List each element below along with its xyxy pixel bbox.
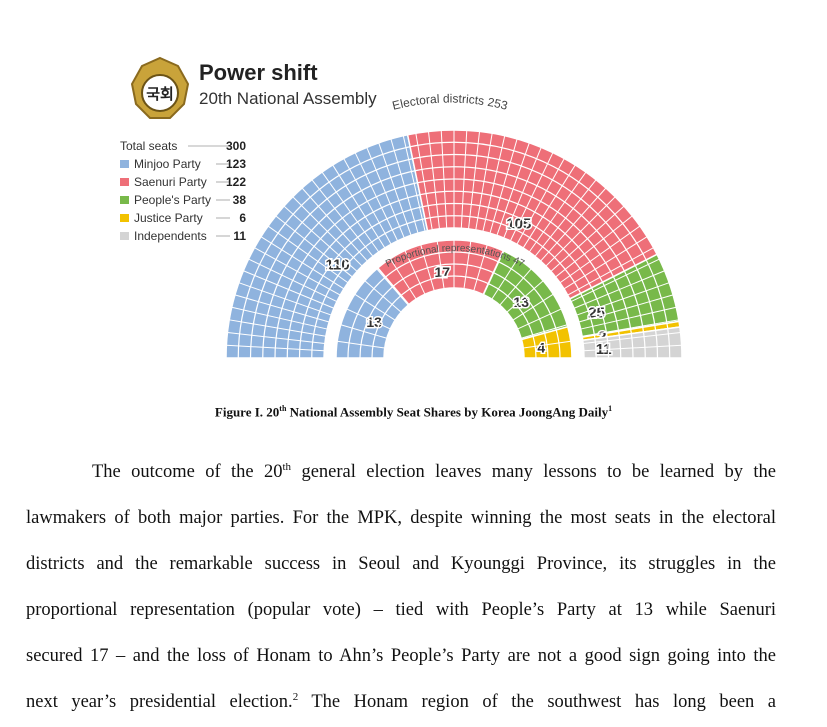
legend-swatch	[120, 160, 129, 168]
legend-item: Justice Party 6	[120, 211, 246, 225]
legend-label: Saenuri Party	[134, 175, 207, 189]
legend-label: Minjoo Party	[134, 157, 201, 171]
inner-ring-value-label: 4	[537, 339, 545, 355]
paragraph-line: proportional representation (popular vot…	[26, 600, 776, 620]
paragraph-line: secured 17 – and the loss of Honam to Ah…	[26, 646, 776, 666]
body-paragraph: The outcome of the 20th general election…	[26, 449, 776, 725]
legend-value: 11	[233, 229, 246, 243]
legend-item: Total seats 300	[120, 139, 246, 153]
legend-label: Total seats	[120, 139, 177, 153]
legend-item: Saenuri Party 122	[120, 175, 246, 189]
legend-swatch	[120, 214, 129, 222]
seat-share-figure: 국회 Power shift 20th National Assembly To…	[120, 56, 683, 359]
legend-swatch	[120, 232, 129, 240]
figure-caption: Figure I. 20th National Assembly Seat Sh…	[214, 404, 613, 420]
inner-ring-value-label: 13	[513, 294, 529, 310]
legend-value: 38	[233, 193, 247, 207]
legend-label: Independents	[134, 229, 207, 243]
paragraph-line: lawmakers of both major parties. For the…	[26, 508, 776, 528]
legend-value: 6	[239, 211, 246, 225]
legend-label: People's Party	[134, 193, 211, 207]
paragraph-line: The outcome of the 20th general election…	[92, 460, 776, 482]
legend-item: Minjoo Party 123	[120, 157, 246, 171]
legend-value: 123	[226, 157, 246, 171]
legend: Total seats 300 Minjoo Party 123 Saenuri Par…	[120, 139, 246, 243]
legend-label: Justice Party	[134, 211, 203, 225]
legend-item: People's Party 38	[120, 193, 246, 207]
legend-swatch	[120, 196, 129, 204]
legend-item: Independents 11	[120, 229, 246, 243]
figure-subtitle: 20th National Assembly	[199, 89, 377, 108]
emblem-text: 국회	[146, 85, 174, 103]
legend-value: 122	[226, 175, 246, 189]
legend-swatch	[120, 178, 129, 186]
paragraph-line: next year’s presidential election.2 The …	[26, 690, 776, 712]
national-assembly-emblem-icon: 국회	[130, 56, 190, 119]
outer-arc-label: Electoral districts 253	[391, 92, 510, 113]
figure-title: Power shift	[199, 60, 318, 85]
paragraph-line: districts and the remarkable success in …	[26, 554, 776, 574]
legend-value: 300	[226, 139, 246, 153]
